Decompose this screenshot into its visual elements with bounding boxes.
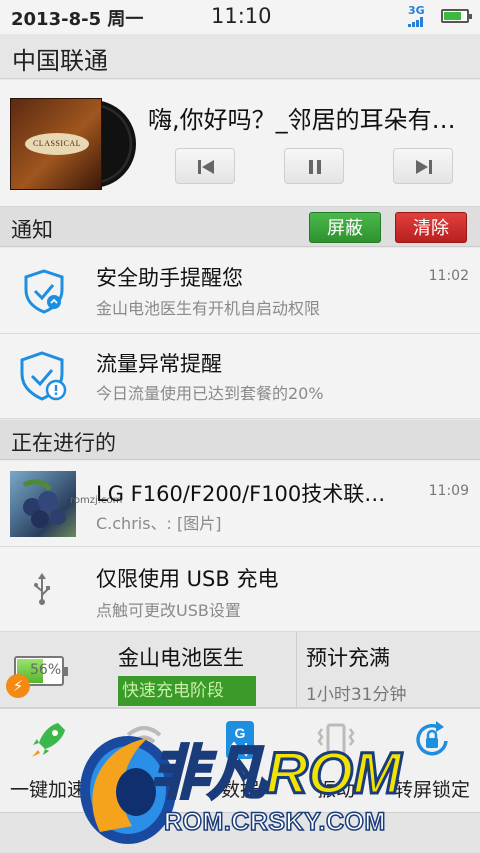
toggle-data[interactable]: G 数据	[192, 709, 288, 813]
block-button[interactable]: 屏蔽	[309, 212, 381, 243]
shield-check-icon	[22, 268, 66, 318]
battery-app-name: 金山电池医生	[118, 646, 244, 670]
pause-button[interactable]	[284, 148, 344, 184]
ongoing-subtitle: 点触可更改USB设置	[96, 601, 241, 620]
music-player[interactable]: CLASSICAL 嗨,你好吗？_邻居的耳朵有…	[0, 80, 480, 207]
toggle-wlan[interactable]: WLAN	[96, 709, 192, 813]
toggle-label: 转屏锁定	[393, 779, 470, 801]
data-transfer-icon: G	[226, 721, 254, 759]
wifi-icon	[126, 726, 162, 757]
toggle-label: 一键加速	[9, 779, 86, 801]
notifications-title: 通知	[11, 218, 53, 242]
ongoing-time: 11:09	[428, 483, 469, 499]
notification-time: 11:02	[428, 268, 469, 284]
album-cover: CLASSICAL	[10, 98, 102, 190]
notification-item[interactable]: 流量异常提醒 今日流量使用已达到套餐的20%	[0, 334, 480, 419]
usb-icon	[32, 573, 52, 609]
carrier-name: 中国联通	[12, 47, 108, 75]
svg-text:G: G	[235, 725, 246, 741]
status-date: 2013-8-5 周一	[11, 9, 144, 30]
estimate-value: 1小时31分钟	[306, 685, 407, 705]
ongoing-subtitle: C.chris、: [图片]	[96, 514, 222, 533]
ongoing-title: 正在进行的	[11, 431, 116, 455]
notification-subtitle: 今日流量使用已达到套餐的20%	[96, 384, 324, 403]
vibrate-icon	[317, 723, 355, 757]
status-time: 11:10	[211, 4, 272, 28]
album-art[interactable]: CLASSICAL	[10, 98, 136, 190]
toggle-label: WLAN	[115, 775, 173, 797]
bottom-handle-bar[interactable]	[0, 812, 480, 853]
notifications-header: 通知 屏蔽 清除	[0, 207, 480, 247]
toggle-vibrate[interactable]: 振动	[288, 709, 384, 813]
quick-toggles: 一键加速 WLAN G 数据 振动 转屏锁定	[0, 708, 480, 812]
charging-mode-badge: 快速充电阶段	[118, 676, 256, 706]
ongoing-item[interactable]: romzj.com LG F160/F200/F100技术联… C.chris、…	[0, 461, 480, 547]
notification-title: 安全助手提醒您	[96, 266, 243, 290]
rocket-icon	[32, 723, 65, 757]
status-bar: 2013-8-5 周一 11:10 3G	[0, 0, 480, 34]
ongoing-title-text: 仅限使用 USB 充电	[96, 567, 279, 591]
toggle-boost[interactable]: 一键加速	[0, 709, 96, 813]
rotate-lock-icon	[416, 721, 448, 756]
estimate-label: 预计充满	[306, 646, 390, 670]
battery-percent: 56%	[30, 662, 62, 678]
ongoing-header: 正在进行的	[0, 420, 480, 460]
widget-divider	[296, 632, 297, 708]
ongoing-title-text: LG F160/F200/F100技术联…	[96, 482, 386, 506]
clear-button[interactable]: 清除	[395, 212, 467, 243]
network-3g-icon: 3G	[408, 5, 425, 27]
blueberry-thumbnail: romzj.com	[10, 471, 122, 537]
shield-alert-icon	[18, 350, 68, 406]
toggle-rotate-lock[interactable]: 转屏锁定	[384, 709, 480, 813]
pause-icon	[309, 160, 321, 174]
next-button[interactable]	[393, 148, 453, 184]
previous-button[interactable]	[175, 148, 235, 184]
album-label: CLASSICAL	[25, 133, 89, 155]
notification-item[interactable]: 安全助手提醒您 金山电池医生有开机自启动权限 11:02	[0, 248, 480, 334]
toggle-label: 振动	[316, 779, 355, 801]
battery-doctor-widget[interactable]: 56% ⚡ 金山电池医生 快速充电阶段 预计充满 1小时31分钟	[0, 632, 480, 708]
notification-title: 流量异常提醒	[96, 352, 222, 376]
charging-bolt-icon: ⚡	[6, 674, 30, 698]
song-title: 嗨,你好吗？_邻居的耳朵有…	[148, 106, 456, 134]
ongoing-item[interactable]: 仅限使用 USB 充电 点触可更改USB设置	[0, 547, 480, 632]
carrier-bar: 中国联通	[0, 34, 480, 79]
previous-icon	[198, 160, 214, 174]
network-label: 3G	[408, 4, 425, 17]
battery-icon	[441, 9, 472, 23]
toggle-label: 数据	[220, 779, 259, 801]
next-icon	[416, 160, 432, 174]
notification-subtitle: 金山电池医生有开机自启动权限	[96, 299, 321, 318]
